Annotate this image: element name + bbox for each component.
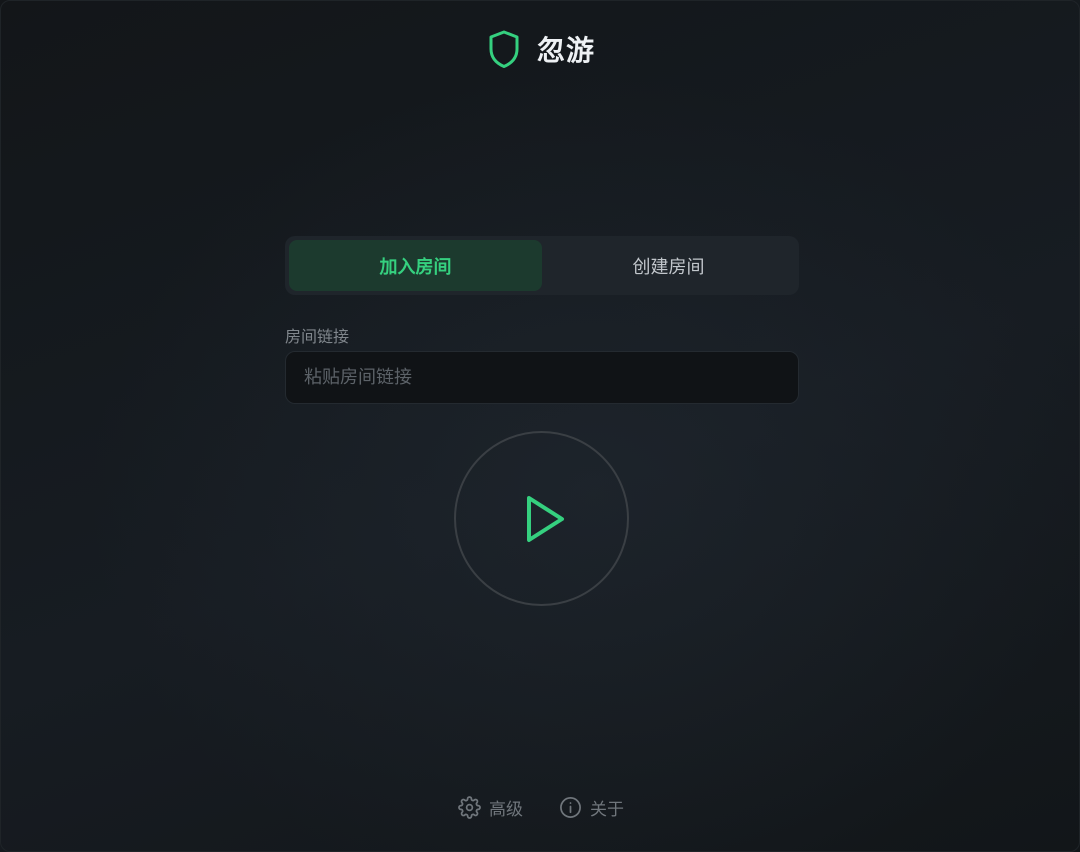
mode-tabs: 加入房间 创建房间 bbox=[285, 236, 799, 295]
room-link-input[interactable] bbox=[285, 351, 799, 404]
advanced-label: 高级 bbox=[489, 800, 523, 820]
about-button[interactable]: 关于 bbox=[559, 795, 624, 820]
tab-join-room[interactable]: 加入房间 bbox=[289, 240, 542, 291]
tab-join-room-label: 加入房间 bbox=[379, 256, 452, 278]
tab-create-room-label: 创建房间 bbox=[632, 256, 705, 278]
shield-icon bbox=[489, 30, 519, 68]
footer: 高级 关于 bbox=[1, 795, 1079, 820]
gear-icon bbox=[458, 796, 481, 819]
play-icon bbox=[526, 495, 564, 542]
info-icon bbox=[560, 797, 581, 818]
app-title: 忽游 bbox=[536, 34, 595, 67]
advanced-button[interactable]: 高级 bbox=[458, 795, 523, 820]
start-button[interactable] bbox=[454, 431, 629, 606]
app-header: 忽游 bbox=[1, 29, 1079, 69]
room-link-label: 房间链接 bbox=[285, 327, 350, 346]
app-window: 忽游 加入房间 创建房间 房间链接 高级 bbox=[0, 0, 1080, 852]
about-label: 关于 bbox=[590, 800, 624, 820]
tab-create-room[interactable]: 创建房间 bbox=[542, 240, 795, 291]
